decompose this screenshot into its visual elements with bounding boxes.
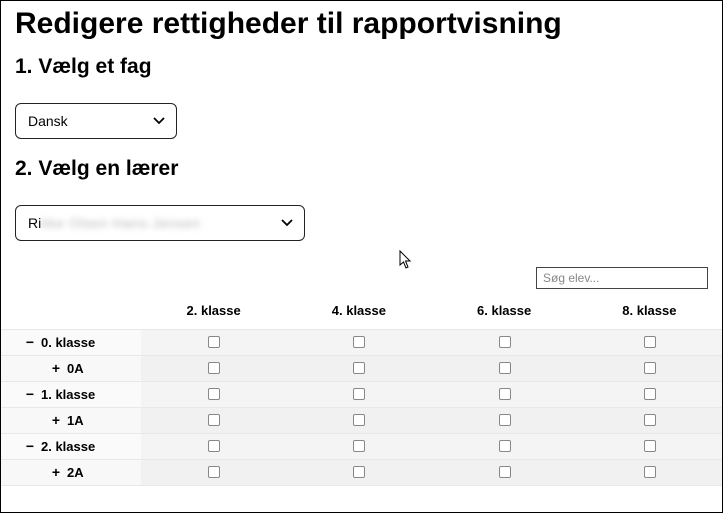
- permission-checkbox[interactable]: [208, 388, 220, 400]
- expand-icon[interactable]: +: [49, 465, 63, 479]
- row-header[interactable]: +2A: [1, 459, 141, 485]
- step2-heading: 2. Vælg en lærer: [15, 157, 708, 181]
- row-label: 1. klasse: [41, 387, 95, 402]
- permission-checkbox[interactable]: [499, 414, 511, 426]
- permission-cell: [577, 407, 722, 433]
- row-header[interactable]: −1. klasse: [1, 381, 141, 407]
- row-label: 0. klasse: [41, 335, 95, 350]
- permission-checkbox[interactable]: [208, 466, 220, 478]
- permission-cell: [141, 381, 286, 407]
- row-label: 1A: [67, 413, 84, 428]
- subject-select[interactable]: Dansk: [15, 103, 177, 139]
- row-label: 2A: [67, 465, 84, 480]
- expand-icon[interactable]: +: [49, 361, 63, 375]
- permission-cell: [286, 433, 431, 459]
- permission-checkbox[interactable]: [644, 440, 656, 452]
- permission-checkbox[interactable]: [353, 336, 365, 348]
- permission-checkbox[interactable]: [644, 362, 656, 374]
- permission-checkbox[interactable]: [644, 466, 656, 478]
- permission-cell: [577, 433, 722, 459]
- permission-cell: [141, 459, 286, 485]
- permission-cell: [577, 355, 722, 381]
- collapse-icon[interactable]: −: [23, 335, 37, 349]
- page-title: Redigere rettigheder til rapportvisning: [15, 7, 708, 41]
- permission-cell: [432, 459, 577, 485]
- permission-checkbox[interactable]: [353, 414, 365, 426]
- permission-checkbox[interactable]: [208, 336, 220, 348]
- permission-cell: [286, 381, 431, 407]
- table-corner: [1, 293, 141, 329]
- row-label: 2. klasse: [41, 439, 95, 454]
- permission-checkbox[interactable]: [499, 362, 511, 374]
- permissions-table: 2. klasse 4. klasse 6. klasse 8. klasse …: [1, 293, 722, 486]
- permission-checkbox[interactable]: [499, 388, 511, 400]
- permission-checkbox[interactable]: [353, 362, 365, 374]
- permission-checkbox[interactable]: [353, 466, 365, 478]
- permission-checkbox[interactable]: [499, 440, 511, 452]
- collapse-icon[interactable]: −: [23, 387, 37, 401]
- permission-checkbox[interactable]: [499, 336, 511, 348]
- permission-cell: [432, 433, 577, 459]
- permission-cell: [286, 407, 431, 433]
- table-row: +1A: [1, 407, 722, 433]
- permission-checkbox[interactable]: [208, 414, 220, 426]
- permission-checkbox[interactable]: [353, 440, 365, 452]
- permission-checkbox[interactable]: [644, 388, 656, 400]
- column-header[interactable]: 2. klasse: [141, 293, 286, 329]
- table-row: +2A: [1, 459, 722, 485]
- collapse-icon[interactable]: −: [23, 439, 37, 453]
- permission-cell: [286, 355, 431, 381]
- permission-cell: [432, 329, 577, 355]
- row-label: 0A: [67, 361, 84, 376]
- permission-cell: [577, 329, 722, 355]
- subject-select-value: Dansk: [28, 113, 68, 129]
- permission-checkbox[interactable]: [208, 362, 220, 374]
- permission-checkbox[interactable]: [499, 466, 511, 478]
- permission-checkbox[interactable]: [208, 440, 220, 452]
- row-header[interactable]: +0A: [1, 355, 141, 381]
- permission-cell: [432, 355, 577, 381]
- search-input[interactable]: [536, 267, 708, 289]
- permission-cell: [286, 459, 431, 485]
- permission-checkbox[interactable]: [353, 388, 365, 400]
- teacher-select[interactable]: Rikke Olsen Hans-Jensen: [15, 205, 305, 241]
- row-header[interactable]: −2. klasse: [1, 433, 141, 459]
- row-header[interactable]: −0. klasse: [1, 329, 141, 355]
- permission-cell: [577, 381, 722, 407]
- table-row: −0. klasse: [1, 329, 722, 355]
- row-header[interactable]: +1A: [1, 407, 141, 433]
- permission-cell: [141, 355, 286, 381]
- permission-cell: [141, 329, 286, 355]
- column-header[interactable]: 8. klasse: [577, 293, 722, 329]
- permission-cell: [286, 329, 431, 355]
- permission-cell: [432, 381, 577, 407]
- column-header[interactable]: 6. klasse: [432, 293, 577, 329]
- permission-cell: [141, 433, 286, 459]
- permission-cell: [577, 459, 722, 485]
- permission-checkbox[interactable]: [644, 336, 656, 348]
- teacher-select-prefix: Ri: [28, 215, 41, 231]
- table-row: −2. klasse: [1, 433, 722, 459]
- step1-heading: 1. Vælg et fag: [15, 55, 708, 79]
- table-row: −1. klasse: [1, 381, 722, 407]
- permission-checkbox[interactable]: [644, 414, 656, 426]
- permission-cell: [432, 407, 577, 433]
- teacher-select-blurred: kke Olsen Hans-Jensen: [41, 215, 200, 231]
- permission-cell: [141, 407, 286, 433]
- expand-icon[interactable]: +: [49, 413, 63, 427]
- table-row: +0A: [1, 355, 722, 381]
- column-header[interactable]: 4. klasse: [286, 293, 431, 329]
